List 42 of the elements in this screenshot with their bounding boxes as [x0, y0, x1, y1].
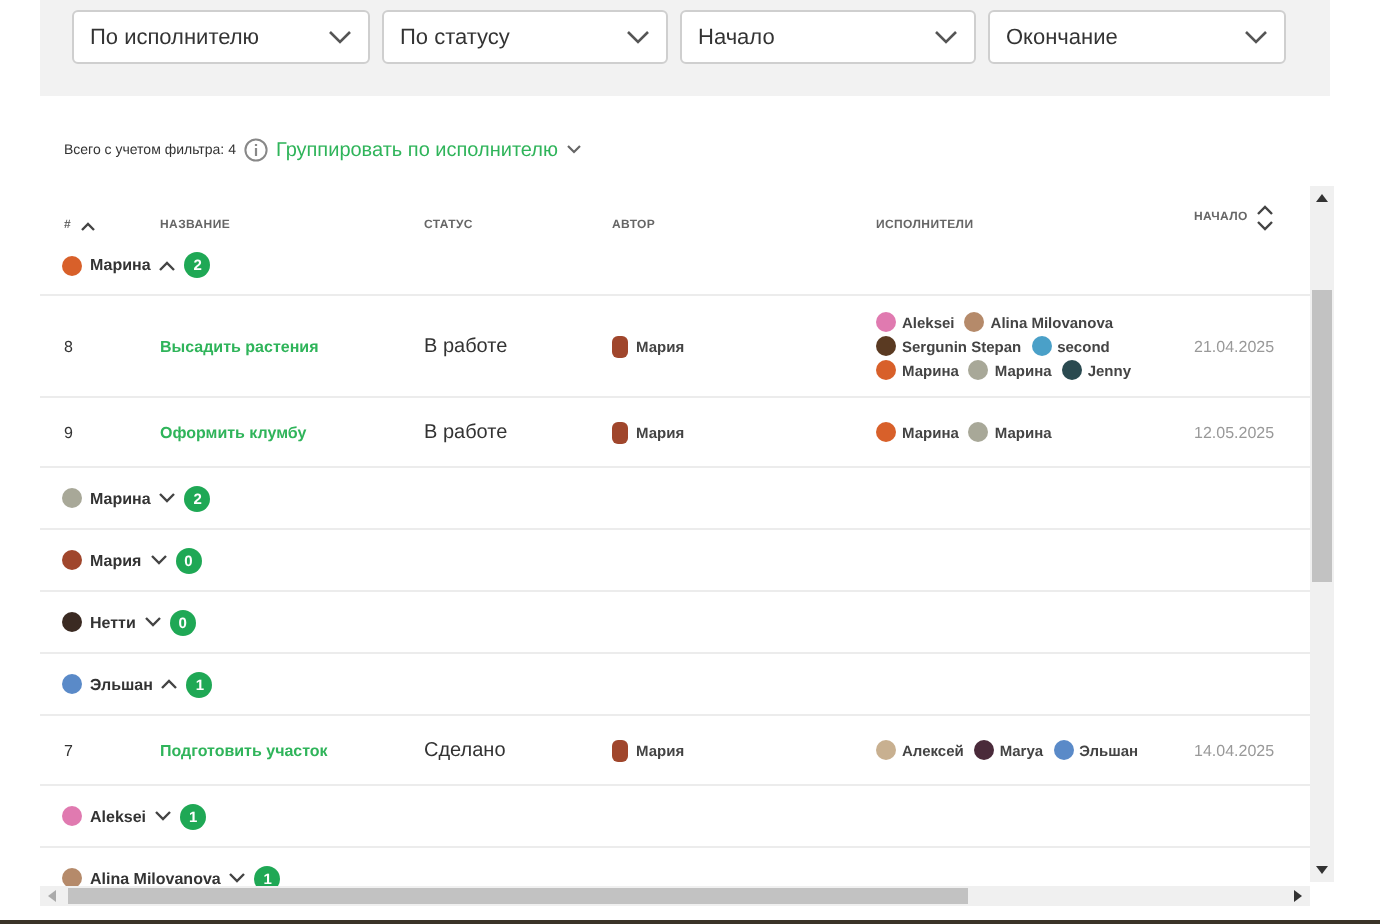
task-number: 9	[64, 423, 73, 441]
scrollbar-thumb[interactable]	[68, 888, 968, 904]
group-name: Марина	[90, 256, 151, 274]
group-name: Нетти	[90, 613, 136, 631]
group-name: Alina Milovanova	[90, 869, 221, 886]
horizontal-scrollbar[interactable]	[40, 886, 1310, 906]
chevron-down-icon[interactable]	[228, 872, 247, 884]
chevron-down-icon	[566, 144, 582, 156]
start-date: 21.04.2025	[1194, 337, 1275, 355]
chevron-down-icon	[328, 29, 352, 45]
filter-dropdown[interactable]: По исполнителю	[72, 10, 370, 64]
info-icon	[243, 138, 268, 162]
chevron-down-icon	[934, 29, 958, 45]
group-name: Aleksei	[90, 807, 147, 825]
chevron-up-icon[interactable]	[160, 678, 179, 690]
start-date: 14.04.2025	[1194, 741, 1275, 759]
scroll-right-icon[interactable]	[1294, 890, 1302, 902]
chevron-down-icon[interactable]	[149, 554, 168, 566]
task-status: В работе	[424, 421, 508, 443]
filter-dropdown[interactable]: По статусу	[382, 10, 668, 64]
group-name: Мария	[90, 551, 142, 569]
chevron-down-icon[interactable]	[154, 810, 173, 822]
filter-dropdown[interactable]: Начало	[680, 10, 976, 64]
chevron-down-icon	[1244, 29, 1268, 45]
task-status: Сделано	[424, 739, 506, 761]
scroll-down-icon[interactable]	[1316, 866, 1328, 874]
group-name: Эльшан	[90, 675, 153, 693]
chevron-down-icon	[626, 29, 650, 45]
filter-dropdown[interactable]: Окончание	[988, 10, 1286, 64]
chevron-down-icon[interactable]	[143, 616, 162, 628]
vertical-scrollbar[interactable]	[1310, 186, 1334, 882]
scrollbar-thumb[interactable]	[1312, 290, 1332, 582]
start-date: 12.05.2025	[1194, 423, 1275, 441]
sort-up-icon[interactable]	[79, 220, 96, 232]
task-number: 8	[64, 337, 73, 355]
task-status: В работе	[424, 335, 508, 357]
group-name: Марина	[90, 489, 151, 507]
task-number: 7	[64, 741, 73, 759]
scroll-up-icon[interactable]	[1316, 194, 1328, 202]
chevron-up-icon[interactable]	[158, 259, 177, 271]
chevron-down-icon[interactable]	[158, 492, 177, 504]
sort-icon[interactable]	[1255, 204, 1274, 232]
